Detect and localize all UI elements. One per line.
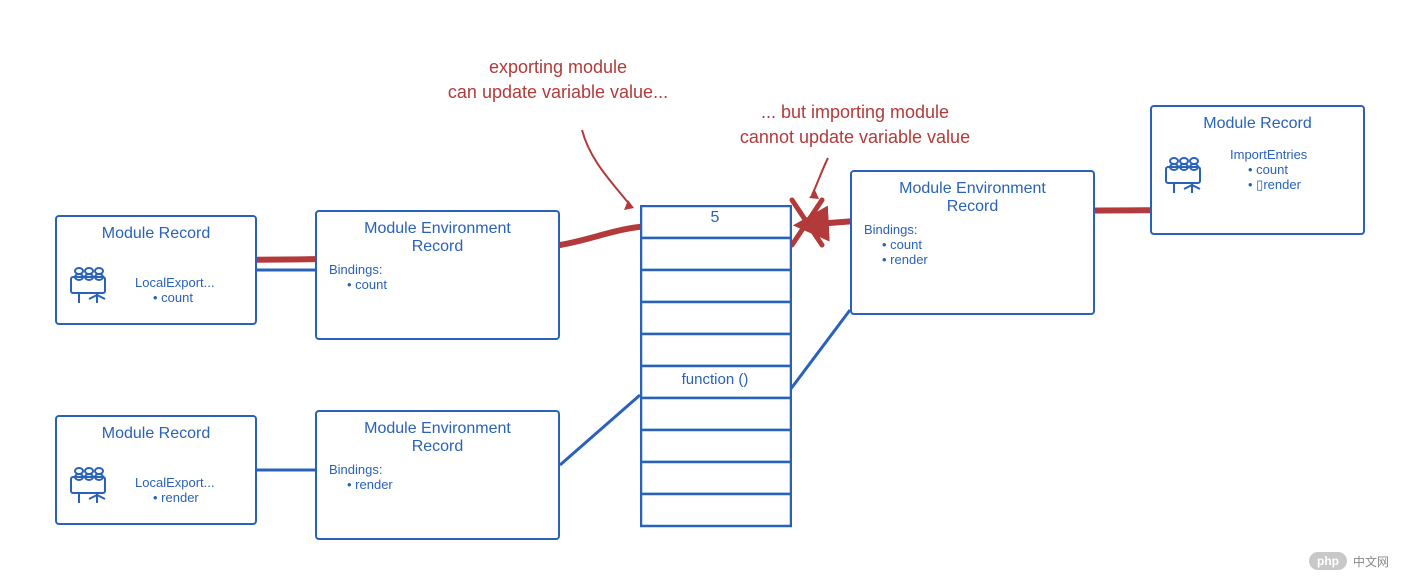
module-record-2-sublabel: LocalExport... — [135, 475, 215, 490]
module-record-3-list: count ▯render — [1248, 162, 1307, 193]
watermark: php 中文网 — [1309, 552, 1389, 570]
env-record-3-list: count render — [882, 237, 1081, 267]
module-record-1-list: count — [153, 290, 215, 305]
module-record-2-list: render — [153, 490, 215, 505]
env-record-2-list: render — [347, 477, 546, 492]
memory-cell-0: 5 — [640, 209, 790, 227]
list-item: count — [347, 277, 546, 292]
module-record-3: Module Record ImportEntries count ▯rende… — [1150, 105, 1365, 235]
env-record-2-bindings-label: Bindings: — [329, 462, 546, 477]
list-item: render — [882, 252, 1081, 267]
memory-column: 5 function () — [640, 205, 792, 550]
env-record-3-bindings-label: Bindings: — [864, 222, 1081, 237]
env-record-1-title: Module Environment Record — [329, 220, 546, 256]
annotation-importing-text: ... but importing module cannot update v… — [740, 102, 970, 147]
brick-icon — [1162, 149, 1210, 197]
annotation-exporting-text: exporting module can update variable val… — [448, 57, 668, 102]
env-record-2: Module Environment Record Bindings: rend… — [315, 410, 560, 540]
list-item: render — [347, 477, 546, 492]
annotation-importing: ... but importing module cannot update v… — [700, 100, 1010, 150]
watermark-text: 中文网 — [1353, 553, 1389, 570]
annotation-exporting: exporting module can update variable val… — [418, 55, 698, 105]
list-item: render — [153, 490, 215, 505]
module-record-3-title: Module Record — [1164, 115, 1351, 133]
watermark-badge: php — [1309, 552, 1347, 570]
module-record-1-title: Module Record — [69, 225, 243, 243]
list-item: ▯render — [1248, 177, 1307, 193]
module-record-1: Module Record LocalExport... count — [55, 215, 257, 325]
env-record-2-title: Module Environment Record — [329, 420, 546, 456]
module-record-3-importlabel: ImportEntries — [1230, 147, 1307, 162]
list-item: count — [1248, 162, 1307, 177]
env-record-3: Module Environment Record Bindings: coun… — [850, 170, 1095, 315]
env-record-1-bindings-label: Bindings: — [329, 262, 546, 277]
module-record-1-sublabel: LocalExport... — [135, 275, 215, 290]
list-item: count — [153, 290, 215, 305]
module-record-2-title: Module Record — [69, 425, 243, 443]
module-record-2: Module Record LocalExport... render — [55, 415, 257, 525]
memory-cell-5: function () — [640, 371, 790, 388]
env-record-1: Module Environment Record Bindings: coun… — [315, 210, 560, 340]
brick-icon — [67, 459, 115, 507]
env-record-1-list: count — [347, 277, 546, 292]
list-item: count — [882, 237, 1081, 252]
brick-icon — [67, 259, 115, 307]
env-record-3-title: Module Environment Record — [864, 180, 1081, 216]
